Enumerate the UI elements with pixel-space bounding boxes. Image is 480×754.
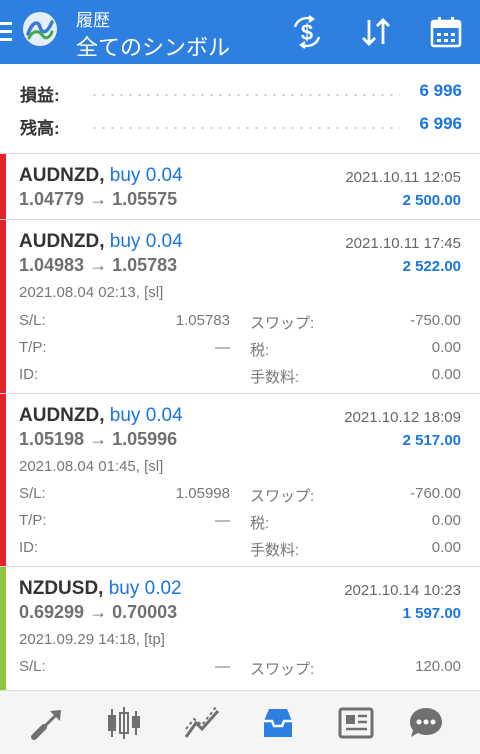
tp-label: T/P:	[19, 512, 47, 529]
fee-value: 0.00	[431, 366, 461, 383]
tax-label: 税:	[250, 342, 270, 359]
id-label: ID:	[19, 539, 39, 556]
trade-color-bar	[0, 154, 6, 219]
app-header: 履歴 全てのシンボル $	[0, 0, 480, 64]
trade-color-bar	[0, 220, 6, 393]
app-logo[interactable]	[23, 12, 57, 46]
trade-profit: 2 517.00	[402, 432, 461, 449]
trade-side: buy 0.04	[109, 231, 183, 252]
history-icon[interactable]	[258, 703, 298, 743]
trade-row[interactable]: NZDUSD, buy 0.02 2021.10.14 10:23 0.6929…	[0, 567, 480, 690]
trade-prices: 0.69299 → 0.70003	[19, 602, 178, 622]
trade-time: 2021.10.14 10:23	[344, 582, 461, 599]
trade-symbol: AUDNZD, buy 0.04	[19, 165, 183, 186]
trade-row[interactable]: AUDNZD, buy 0.04 2021.10.11 12:05 1.0477…	[0, 154, 480, 220]
profit-label: 損益:	[20, 86, 60, 105]
balance-value: 6 996	[419, 114, 462, 133]
tax-value: 0.00	[431, 512, 461, 529]
tax-value: 0.00	[431, 339, 461, 356]
profit-row: 損益: 6 996	[20, 81, 462, 105]
trade-color-bar	[0, 394, 6, 566]
dotted-leader	[90, 127, 400, 129]
trade-symbol: NZDUSD, buy 0.02	[19, 578, 182, 599]
dotted-leader	[90, 94, 400, 96]
sl-value: —	[215, 658, 230, 675]
profit-value: 6 996	[419, 81, 462, 100]
sort-icon[interactable]	[358, 14, 394, 50]
tp-value: —	[215, 339, 230, 356]
menu-icon[interactable]	[0, 22, 12, 42]
page-subtitle: 履歴	[76, 11, 110, 30]
trade-side: buy 0.02	[108, 578, 182, 599]
balance-label: 残高:	[20, 119, 60, 138]
swap-value: -750.00	[410, 312, 461, 329]
id-label: ID:	[19, 366, 39, 383]
tp-value: —	[215, 512, 230, 529]
tax-label: 税:	[250, 515, 270, 532]
fee-label: 手数料:	[250, 369, 300, 386]
fee-label: 手数料:	[250, 542, 300, 559]
trade-profit: 2 500.00	[402, 192, 461, 209]
news-icon[interactable]	[336, 703, 376, 743]
swap-label: スワップ:	[250, 315, 315, 332]
trade-open-time: 2021.08.04 02:13, [sl]	[19, 284, 164, 301]
fee-value: 0.00	[431, 539, 461, 556]
trade-profit: 2 522.00	[402, 258, 461, 275]
balance-row: 残高: 6 996	[20, 114, 462, 138]
trade-open-time: 2021.08.04 01:45, [sl]	[19, 458, 164, 475]
trade-profit: 1 597.00	[402, 605, 461, 622]
summary-panel: 損益: 6 996 残高: 6 996	[0, 64, 480, 154]
trade-prices: 1.04983 → 1.05783	[19, 255, 178, 275]
trade-side: buy 0.04	[109, 405, 183, 426]
swap-value: 120.00	[415, 658, 461, 675]
calendar-icon[interactable]	[428, 14, 464, 50]
trade-icon[interactable]	[28, 703, 68, 743]
tp-label: T/P:	[19, 339, 47, 356]
sl-label: S/L:	[19, 485, 46, 502]
swap-label: スワップ:	[250, 661, 315, 678]
swap-value: -760.00	[410, 485, 461, 502]
trade-symbol: AUDNZD, buy 0.04	[19, 405, 183, 426]
sl-value: 1.05998	[175, 485, 230, 502]
trade-prices: 1.04779 → 1.05575	[19, 189, 178, 209]
trade-open-time: 2021.09.29 14:18, [tp]	[19, 631, 165, 648]
trade-time: 2021.10.11 12:05	[345, 169, 461, 186]
trade-symbol: AUDNZD, buy 0.04	[19, 231, 183, 252]
svg-text:$: $	[301, 20, 313, 45]
trade-row[interactable]: AUDNZD, buy 0.04 2021.10.11 17:45 1.0498…	[0, 220, 480, 394]
chart-icon[interactable]	[104, 703, 144, 743]
trade-row[interactable]: AUDNZD, buy 0.04 2021.10.12 18:09 1.0519…	[0, 394, 480, 567]
trade-time: 2021.10.11 17:45	[345, 235, 461, 252]
page-title[interactable]: 全てのシンボル	[76, 30, 230, 62]
indicators-icon[interactable]	[182, 703, 222, 743]
trade-list[interactable]: AUDNZD, buy 0.04 2021.10.11 12:05 1.0477…	[0, 154, 480, 690]
sl-label: S/L:	[19, 658, 46, 675]
sl-value: 1.05783	[175, 312, 230, 329]
chat-icon[interactable]	[406, 703, 446, 743]
trade-time: 2021.10.12 18:09	[344, 409, 461, 426]
trade-side: buy 0.04	[109, 165, 183, 186]
trade-color-bar	[0, 567, 6, 690]
bottom-navigation	[0, 690, 480, 754]
swap-label: スワップ:	[250, 488, 315, 505]
currency-swap-icon[interactable]: $	[289, 14, 325, 50]
trade-prices: 1.05198 → 1.05996	[19, 429, 178, 449]
sl-label: S/L:	[19, 312, 46, 329]
